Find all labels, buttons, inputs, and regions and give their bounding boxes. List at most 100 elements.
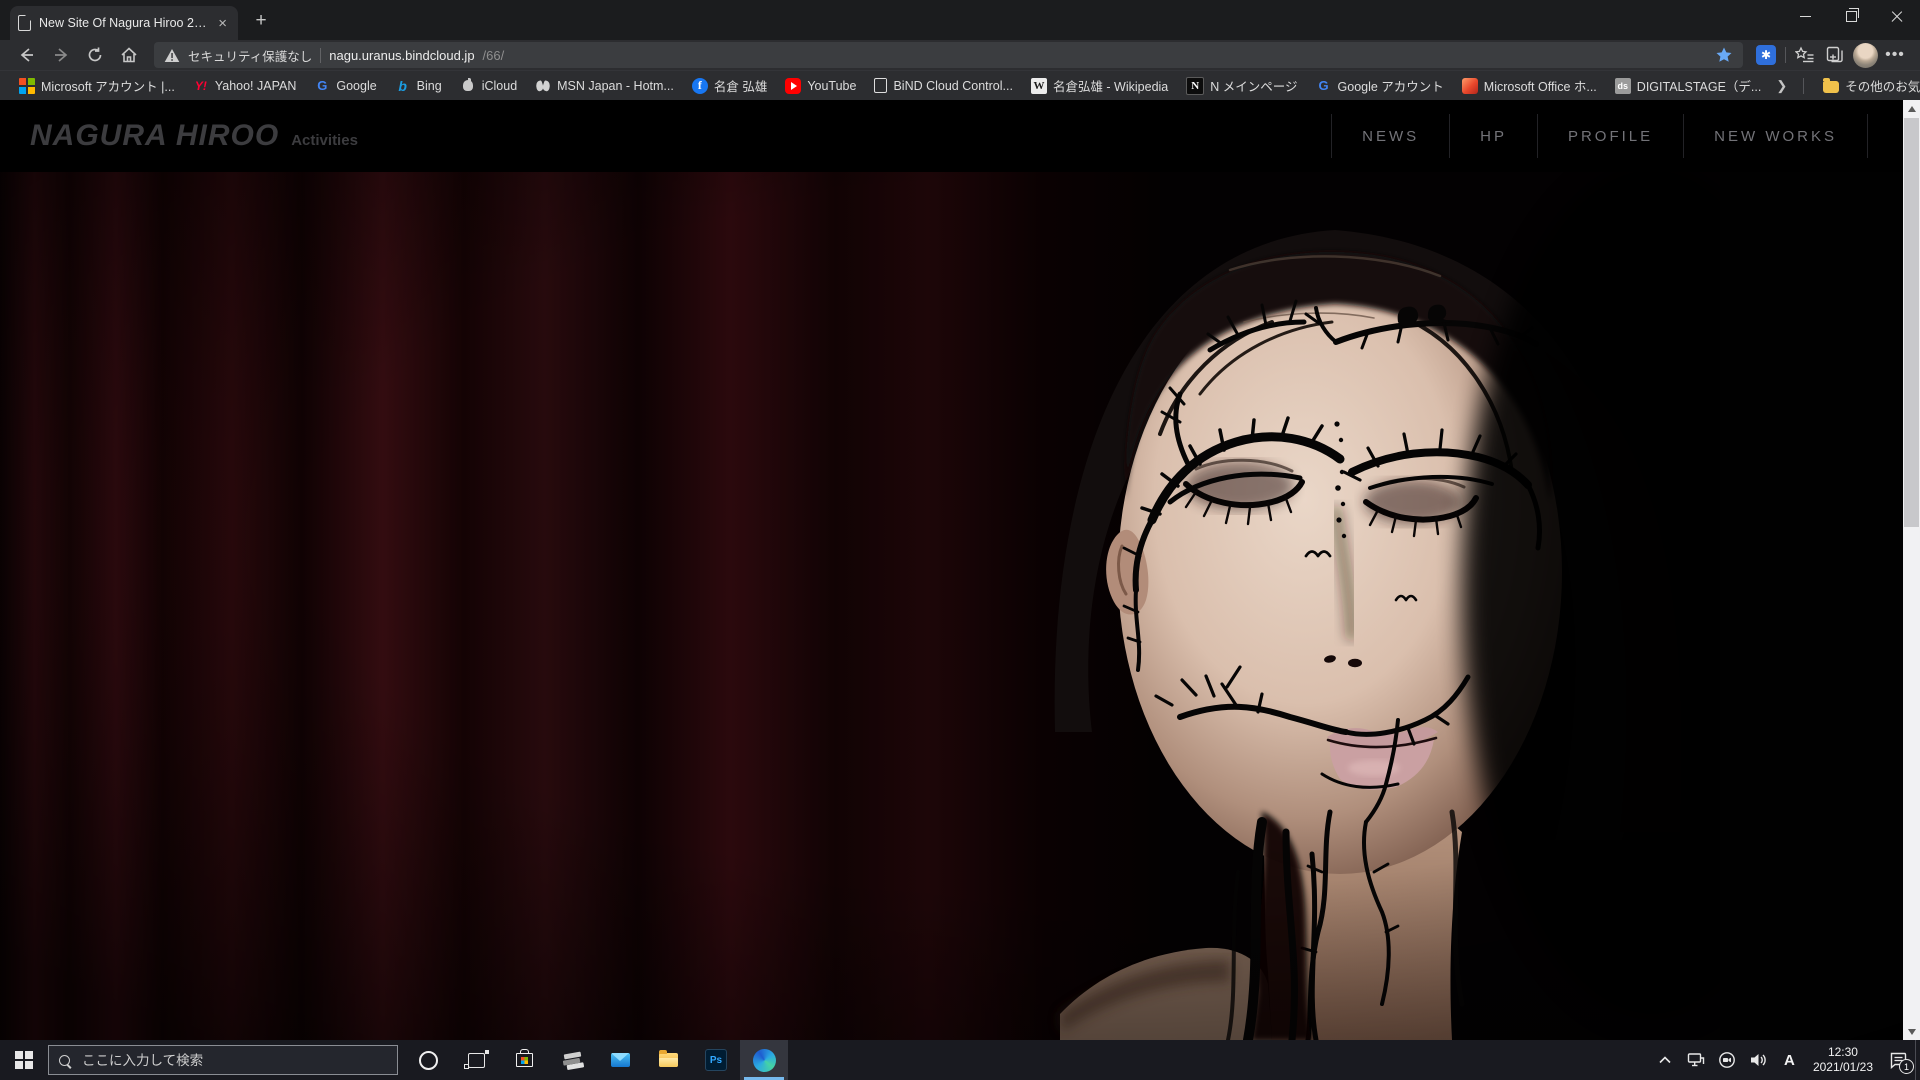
minimize-button[interactable]	[1782, 0, 1828, 33]
restore-icon	[1846, 11, 1857, 22]
page-favicon-icon	[18, 15, 31, 31]
notification-badge: 1	[1899, 1059, 1914, 1074]
back-icon	[17, 45, 37, 65]
bookmark-item[interactable]: Google アカウント	[1307, 74, 1453, 98]
other-favorites-button[interactable]: その他のお気に入り	[1814, 74, 1920, 98]
bookmark-item[interactable]: MSN Japan - Hotm...	[526, 74, 683, 98]
collections-icon	[1825, 45, 1845, 65]
settings-menu-button[interactable]: •••	[1880, 42, 1910, 68]
bookmark-item[interactable]: BiND Cloud Control...	[865, 74, 1022, 98]
extension-button[interactable]: ✱	[1751, 42, 1781, 68]
bookmarks-list: Microsoft アカウント |...Yahoo! JAPANGoogleBi…	[10, 74, 1770, 98]
bookmark-item[interactable]: 名倉 弘雄	[683, 74, 776, 98]
address-bar[interactable]: セキュリティ保護なし nagu.uranus.bindcloud.jp /66/	[154, 42, 1743, 68]
folder-icon	[659, 1053, 678, 1067]
photoshop-icon: Ps	[705, 1049, 727, 1071]
volume-button[interactable]	[1743, 1040, 1774, 1080]
folder-icon	[1823, 81, 1839, 93]
home-button[interactable]	[112, 42, 146, 68]
nav-item-profile[interactable]: PROFILE	[1537, 114, 1683, 158]
browser-tab[interactable]: New Site Of Nagura Hiroo 2021 ×	[10, 6, 238, 40]
office-icon	[1462, 78, 1478, 94]
site-logo-title: NAGURA HIROO	[30, 119, 279, 153]
taskbar: Ps	[0, 1040, 1920, 1080]
file-explorer-button[interactable]	[644, 1040, 692, 1080]
favorites-bar-button[interactable]	[1790, 42, 1820, 68]
cortana-icon	[419, 1051, 438, 1070]
scrollbar-thumb[interactable]	[1904, 118, 1919, 527]
bookmark-item[interactable]: iCloud	[451, 74, 526, 98]
nav-item-hp[interactable]: HP	[1449, 114, 1537, 158]
store-icon	[516, 1053, 533, 1067]
site-logo[interactable]: NAGURA HIROO Activities	[30, 119, 358, 153]
collections-button[interactable]	[1820, 42, 1850, 68]
system-tray: A 12:30 2021/01/23 1	[1650, 1040, 1920, 1080]
scrollbar-up-button[interactable]	[1903, 100, 1920, 117]
site-header: NAGURA HIROO Activities NEWSHPPROFILENEW…	[0, 100, 1920, 172]
windows-logo-icon	[15, 1051, 33, 1069]
bookmark-item[interactable]: Bing	[386, 74, 451, 98]
task-view-button[interactable]	[452, 1040, 500, 1080]
bookmark-item[interactable]: DIGITALSTAGE（デ...	[1606, 74, 1771, 98]
home-icon	[119, 45, 139, 65]
bookmark-label: Google アカウント	[1338, 76, 1444, 95]
favorite-star-icon[interactable]	[1715, 46, 1733, 64]
back-button[interactable]	[10, 42, 44, 68]
chevron-up-icon	[1658, 1054, 1672, 1066]
start-button[interactable]	[0, 1040, 48, 1080]
profile-avatar	[1853, 43, 1878, 68]
window-controls	[1782, 0, 1920, 33]
facebook-icon	[692, 78, 708, 94]
bookmark-item[interactable]: Microsoft Office ホ...	[1453, 74, 1606, 98]
scrollbar-down-button[interactable]	[1903, 1023, 1920, 1040]
other-favorites-label: その他のお気に入り	[1845, 76, 1920, 95]
photoshop-button[interactable]: Ps	[692, 1040, 740, 1080]
cortana-button[interactable]	[404, 1040, 452, 1080]
show-desktop-button[interactable]	[1915, 1040, 1920, 1080]
bookmark-item[interactable]: Microsoft アカウント |...	[10, 74, 184, 98]
google-icon	[314, 78, 330, 94]
edge-icon	[753, 1049, 776, 1072]
meet-now-button[interactable]	[1712, 1040, 1743, 1080]
refresh-button[interactable]	[78, 42, 112, 68]
ellipsis-icon: •••	[1885, 46, 1905, 64]
nav-item-new-works[interactable]: NEW WORKS	[1683, 114, 1868, 158]
network-button[interactable]	[1681, 1040, 1712, 1080]
browser-toolbar: セキュリティ保護なし nagu.uranus.bindcloud.jp /66/…	[0, 40, 1920, 70]
new-tab-button[interactable]: +	[248, 10, 274, 32]
action-center-button[interactable]: 1	[1881, 1040, 1915, 1080]
mail-button[interactable]	[596, 1040, 644, 1080]
bookmark-item[interactable]: Google	[305, 74, 385, 98]
microsoft-store-button[interactable]	[500, 1040, 548, 1080]
bookmark-item[interactable]: 名倉弘雄 - Wikipedia	[1022, 74, 1177, 98]
bookmark-label: MSN Japan - Hotm...	[557, 79, 674, 93]
close-button[interactable]	[1874, 0, 1920, 33]
page-scrollbar[interactable]	[1903, 100, 1920, 1040]
profile-button[interactable]	[1850, 42, 1880, 68]
bookmark-item[interactable]: Yahoo! JAPAN	[184, 74, 306, 98]
bookmark-item[interactable]: YouTube	[776, 74, 865, 98]
bookmarks-overflow-button[interactable]: ❯	[1770, 78, 1793, 94]
clock[interactable]: 12:30 2021/01/23	[1805, 1045, 1881, 1075]
toolbar-divider	[1785, 47, 1786, 63]
bookmark-label: iCloud	[482, 79, 517, 93]
clock-date: 2021/01/23	[1813, 1060, 1873, 1075]
speaker-icon	[1749, 1052, 1768, 1068]
edge-button[interactable]	[740, 1040, 788, 1080]
pinned-app-button[interactable]	[548, 1040, 596, 1080]
taskbar-search-box[interactable]	[48, 1045, 398, 1075]
forward-button[interactable]	[44, 42, 78, 68]
search-icon	[59, 1055, 70, 1066]
url-path: /66/	[483, 48, 1707, 63]
hidden-icons-button[interactable]	[1650, 1040, 1681, 1080]
nav-item-news[interactable]: NEWS	[1331, 114, 1449, 158]
restore-button[interactable]	[1828, 0, 1874, 33]
bookmark-label: BiND Cloud Control...	[893, 79, 1013, 93]
bookmarks-right: ❯ その他のお気に入り	[1770, 74, 1920, 98]
search-input[interactable]	[80, 1052, 387, 1069]
ime-mode-button[interactable]: A	[1774, 1040, 1805, 1080]
apple-icon	[460, 78, 476, 94]
tab-close-icon[interactable]: ×	[215, 15, 230, 32]
tab-bar: New Site Of Nagura Hiroo 2021 × +	[0, 0, 1920, 40]
bookmark-item[interactable]: N メインページ	[1177, 74, 1306, 98]
